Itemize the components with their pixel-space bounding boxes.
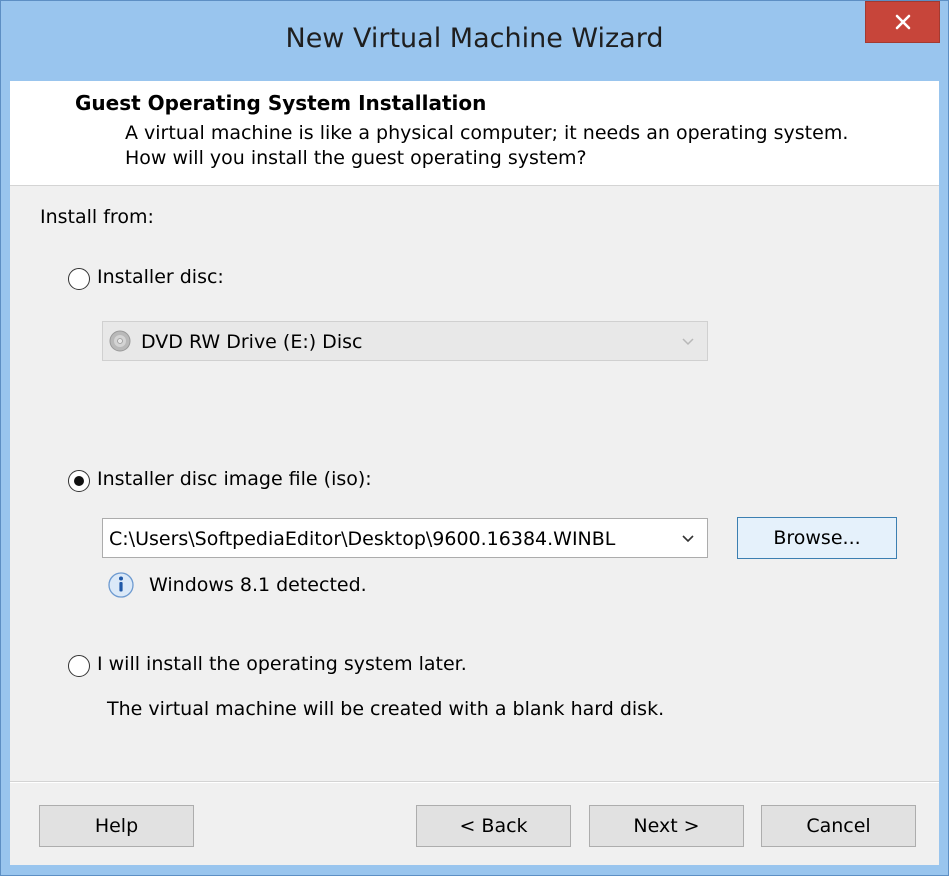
- installer-disc-radio[interactable]: [68, 268, 90, 290]
- back-button[interactable]: < Back: [416, 805, 571, 847]
- iso-path-value[interactable]: C:\Users\SoftpediaEditor\Desktop\9600.16…: [109, 528, 669, 550]
- chevron-down-icon[interactable]: [679, 529, 697, 547]
- disc-drive-value: DVD RW Drive (E:) Disc: [141, 331, 363, 353]
- dialog-client: Guest Operating System Installation A vi…: [10, 81, 939, 865]
- disc-drive-select: DVD RW Drive (E:) Disc: [102, 321, 708, 361]
- help-button[interactable]: Help: [39, 805, 194, 847]
- close-icon: [895, 14, 910, 30]
- wizard-header: Guest Operating System Installation A vi…: [10, 81, 939, 186]
- installer-disc-label[interactable]: Installer disc:: [97, 266, 224, 288]
- iso-image-radio[interactable]: [68, 470, 90, 492]
- close-button[interactable]: [865, 1, 940, 43]
- cancel-button[interactable]: Cancel: [761, 805, 916, 847]
- wizard-body: Install from: Installer disc: DVD RW Dri…: [10, 186, 939, 781]
- cd-disc-icon: [109, 330, 131, 352]
- install-later-note: The virtual machine will be created with…: [107, 698, 665, 720]
- os-detected-text: Windows 8.1 detected.: [149, 574, 367, 596]
- install-from-label: Install from:: [40, 206, 154, 228]
- wizard-window: New Virtual Machine Wizard Guest Operati…: [0, 0, 949, 876]
- iso-path-combobox[interactable]: C:\Users\SoftpediaEditor\Desktop\9600.16…: [102, 518, 708, 558]
- info-icon: [108, 572, 134, 598]
- next-button[interactable]: Next >: [589, 805, 744, 847]
- install-later-radio[interactable]: [68, 655, 90, 677]
- window-title: New Virtual Machine Wizard: [285, 23, 664, 54]
- iso-image-label[interactable]: Installer disc image file (iso):: [97, 468, 372, 490]
- footer-separator: [10, 781, 939, 783]
- chevron-down-icon: [682, 338, 694, 346]
- browse-button[interactable]: Browse...: [737, 517, 897, 559]
- title-bar[interactable]: New Virtual Machine Wizard: [1, 1, 948, 81]
- page-title: Guest Operating System Installation: [75, 91, 487, 115]
- page-description: A virtual machine is like a physical com…: [125, 122, 849, 169]
- install-later-label[interactable]: I will install the operating system late…: [97, 653, 467, 675]
